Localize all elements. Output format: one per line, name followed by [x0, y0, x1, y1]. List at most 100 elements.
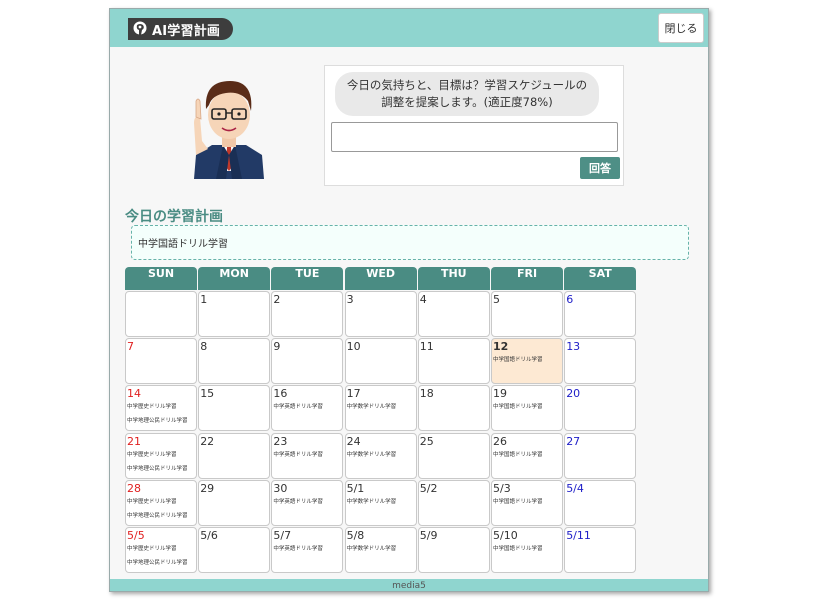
calendar-event[interactable]: 中学英語ドリル学習 [272, 495, 342, 509]
day-number: 5/2 [419, 481, 438, 495]
calendar-event[interactable]: 中学国語ドリル学習 [492, 542, 562, 556]
calendar-day-cell[interactable]: 26 中学国語ドリル学習 [491, 432, 563, 479]
calendar-event[interactable]: 中学英語ドリル学習 [272, 542, 342, 556]
calendar-day-cell[interactable]: 22 [198, 432, 271, 479]
calendar-day-cell[interactable]: 5/11 [564, 527, 637, 573]
calendar-event[interactable]: 中学国語ドリル学習 [492, 448, 562, 462]
close-button[interactable]: 閉じる [658, 13, 704, 43]
calendar-event[interactable]: 中学英語ドリル学習 [272, 448, 342, 462]
calendar-day-cell[interactable]: 5/5 中学歴史ドリル学習 中学地理公民ドリル学習 [125, 527, 197, 573]
calendar-event[interactable]: 中学歴史ドリル学習 [126, 400, 196, 414]
calendar-day-cell[interactable]: 23 中学英語ドリル学習 [271, 432, 344, 479]
calendar-day-cell[interactable]: 16 中学英語ドリル学習 [271, 385, 344, 432]
day-number: 22 [200, 434, 215, 448]
day-number: 5/4 [566, 481, 584, 495]
calendar-day-cell[interactable]: 5 [491, 291, 563, 337]
calendar-day-cell[interactable]: 7 [125, 338, 197, 385]
calendar-event[interactable]: 中学英語ドリル学習 [272, 400, 342, 414]
calendar-day-cell[interactable]: 3 [344, 291, 417, 337]
day-number: 21 [127, 434, 141, 448]
day-number: 3 [346, 293, 354, 306]
calendar-day-cell[interactable]: 8 [198, 338, 271, 385]
answer-button[interactable]: 回答 [580, 157, 620, 179]
calendar-day-cell[interactable]: 10 [344, 338, 417, 385]
calendar-day-cell[interactable]: 20 [564, 385, 637, 432]
calendar-day-cell[interactable]: 25 [417, 432, 490, 479]
day-number: 9 [273, 340, 281, 354]
weekday-header-sat: SAT [564, 267, 637, 290]
teacher-avatar [194, 81, 264, 179]
day-number: 5/9 [419, 529, 438, 542]
app-logo: AI学習計画 [128, 18, 233, 40]
calendar-day-cell[interactable]: 5/4 [564, 479, 637, 526]
calendar-event[interactable]: 中学地理公民ドリル学習 [126, 556, 196, 570]
day-number: 30 [273, 481, 288, 495]
calendar-day-cell[interactable]: 29 [198, 479, 271, 526]
calendar-day-cell[interactable]: 27 [564, 432, 637, 479]
calendar-day-cell[interactable]: 5/6 [198, 527, 271, 573]
footer: media5 [110, 579, 708, 591]
day-number: 25 [419, 434, 434, 448]
app-header: AI学習計画 閉じる [110, 9, 708, 47]
calendar-day-cell[interactable]: 1 [198, 291, 271, 337]
weekday-header-wed: WED [344, 267, 417, 290]
day-number: 6 [566, 293, 574, 306]
day-number: 18 [419, 387, 434, 401]
calendar-event[interactable]: 中学国語ドリル学習 [492, 495, 562, 509]
day-number: 10 [346, 340, 361, 354]
question-line-2: 調整を提案します。(適正度78%) [381, 95, 553, 109]
calendar-event[interactable]: 中学数学ドリル学習 [346, 400, 416, 414]
calendar-day-cell[interactable]: 5/7 中学英語ドリル学習 [271, 527, 344, 573]
question-panel: 今日の気持ちと、目標は？学習スケジュールの 調整を提案します。(適正度78%) … [324, 65, 624, 186]
calendar-event[interactable]: 中学歴史ドリル学習 [126, 542, 196, 556]
calendar-event[interactable]: 中学数学ドリル学習 [346, 448, 416, 462]
calendar-day-cell[interactable]: 5/8 中学数学ドリル学習 [344, 527, 417, 573]
calendar-day-cell[interactable] [125, 291, 197, 337]
day-number: 8 [200, 340, 208, 354]
calendar-day-cell[interactable]: 24 中学数学ドリル学習 [344, 432, 417, 479]
day-number: 23 [273, 434, 288, 448]
calendar-day-cell[interactable]: 5/9 [417, 527, 490, 573]
calendar-day-cell[interactable]: 13 [564, 338, 637, 385]
calendar-day-cell[interactable]: 30 中学英語ドリル学習 [271, 479, 344, 526]
day-number: 1 [200, 293, 208, 306]
calendar-day-cell[interactable]: 18 [417, 385, 490, 432]
day-number: 24 [346, 434, 361, 448]
day-number: 5 [493, 293, 500, 306]
calendar-event[interactable]: 中学数学ドリル学習 [346, 542, 416, 556]
day-number: 5/3 [493, 481, 511, 495]
calendar-day-cell[interactable]: 5/10 中学国語ドリル学習 [491, 527, 563, 573]
calendar-day-cell[interactable]: 19 中学国語ドリル学習 [491, 385, 563, 432]
calendar-day-cell[interactable]: 9 [271, 338, 344, 385]
calendar-day-cell[interactable]: 5/2 [417, 479, 490, 526]
calendar-day-cell[interactable]: 28 中学歴史ドリル学習 中学地理公民ドリル学習 [125, 479, 197, 526]
calendar-event[interactable]: 中学歴史ドリル学習 [126, 495, 196, 509]
calendar-day-cell[interactable]: 11 [417, 338, 490, 385]
calendar-day-cell[interactable]: 12 中学国語ドリル学習 [491, 338, 563, 385]
calendar-event[interactable]: 中学国語ドリル学習 [492, 353, 562, 367]
calendar-day-cell[interactable]: 5/1 中学数学ドリル学習 [344, 479, 417, 526]
calendar-day-cell[interactable]: 15 [198, 385, 271, 432]
calendar-event[interactable]: 中学国語ドリル学習 [492, 400, 562, 414]
calendar-event[interactable]: 中学地理公民ドリル学習 [126, 509, 196, 523]
calendar-day-cell[interactable]: 2 [271, 291, 344, 337]
calendar-day-cell[interactable]: 6 [564, 291, 637, 337]
day-number: 15 [200, 387, 215, 401]
calendar-day-cell[interactable]: 21 中学歴史ドリル学習 中学地理公民ドリル学習 [125, 432, 197, 479]
calendar-day-cell[interactable]: 4 [417, 291, 490, 337]
day-number: 5/8 [346, 529, 365, 542]
calendar-day-cell[interactable]: 5/3 中学国語ドリル学習 [491, 479, 563, 526]
calendar-event[interactable]: 中学地理公民ドリル学習 [126, 462, 196, 476]
day-number: 5/5 [127, 529, 145, 542]
calendar-day-cell[interactable]: 14 中学歴史ドリル学習 中学地理公民ドリル学習 [125, 385, 197, 432]
day-number: 28 [127, 481, 141, 495]
day-number: 11 [419, 340, 434, 354]
answer-input[interactable] [331, 122, 618, 152]
calendar-event[interactable]: 中学地理公民ドリル学習 [126, 414, 196, 428]
today-plan-box: 中学国語ドリル学習 [131, 225, 689, 260]
calendar-event[interactable]: 中学数学ドリル学習 [346, 495, 416, 509]
day-number: 5/1 [346, 481, 365, 495]
calendar-event[interactable]: 中学歴史ドリル学習 [126, 448, 196, 462]
day-number: 4 [419, 293, 427, 306]
calendar-day-cell[interactable]: 17 中学数学ドリル学習 [344, 385, 417, 432]
